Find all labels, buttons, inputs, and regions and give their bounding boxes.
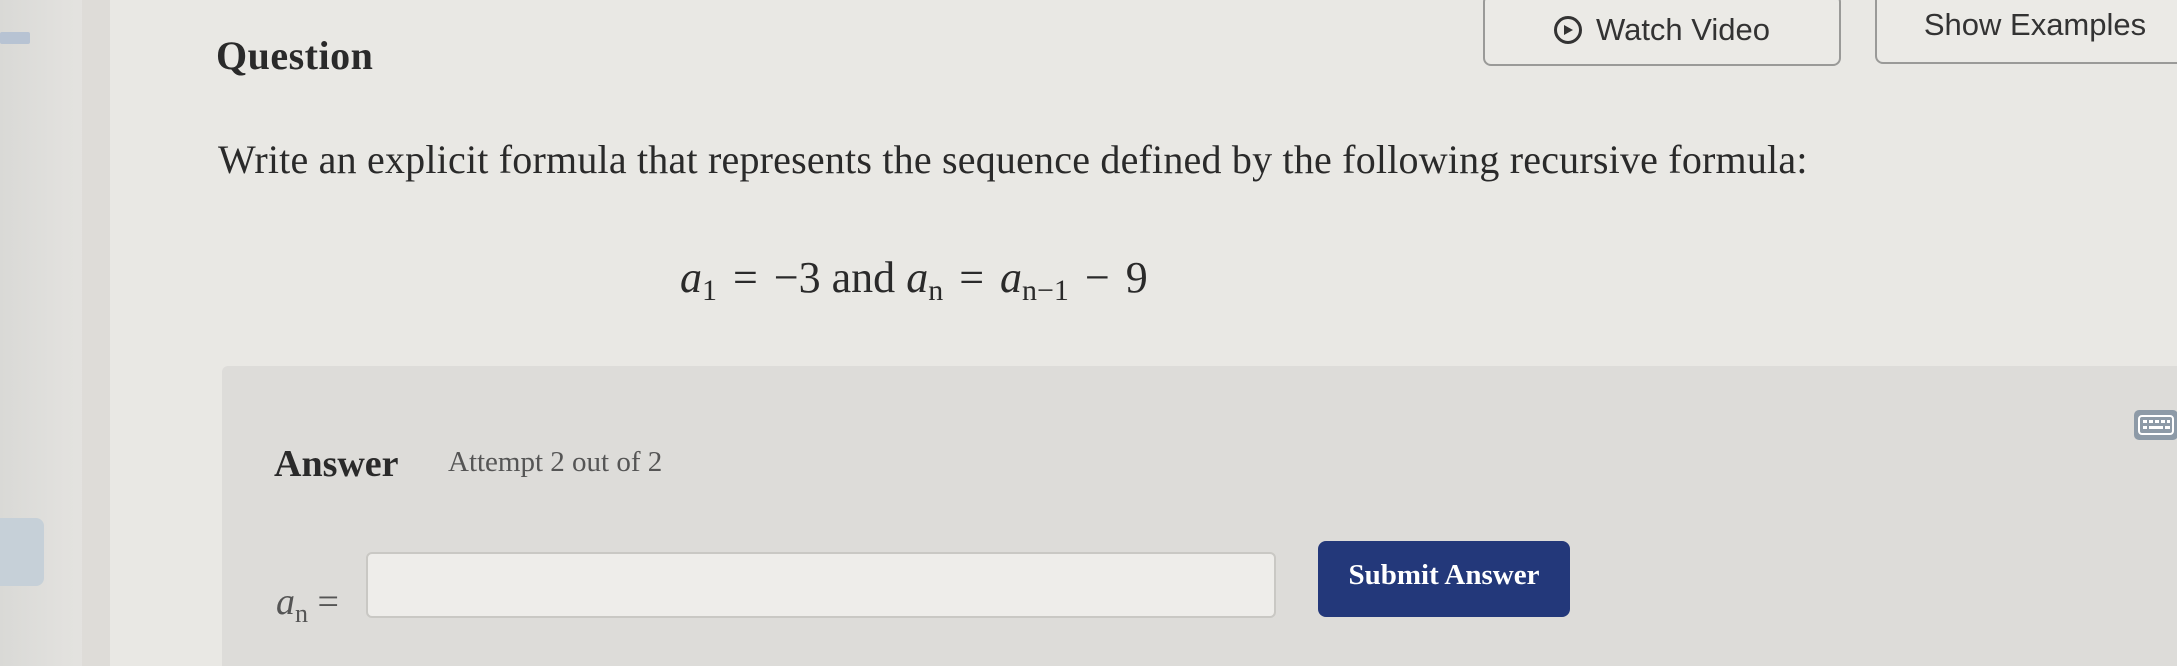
show-examples-label: Show Examples [1923, 7, 2147, 42]
formula-sub: 1 [702, 274, 717, 307]
formula-first-value: −3 [773, 253, 821, 302]
formula-var: a [906, 253, 929, 302]
input-prefix-eq: = [317, 581, 339, 623]
question-title: Question [216, 33, 374, 78]
watch-video-button[interactable]: Watch Video [1483, 0, 1841, 66]
formula-equals: = [733, 253, 758, 302]
input-prefix-sub: n [295, 599, 308, 628]
answer-panel [222, 366, 2177, 666]
answer-input[interactable] [366, 552, 1276, 618]
formula-sub: n−1 [1022, 274, 1069, 307]
recursive-formula: a1 = −3 and an = an−1−9 [680, 252, 1148, 308]
watch-video-label: Watch Video [1595, 12, 1771, 47]
sidebar-tab[interactable] [0, 518, 44, 586]
attempt-counter: Attempt 2 out of 2 [448, 446, 663, 478]
input-prefix-var: a [276, 581, 295, 623]
formula-sub: n [928, 274, 944, 307]
question-prompt: Write an explicit formula that represent… [218, 137, 1808, 182]
keyboard-icon[interactable] [2134, 410, 2177, 440]
show-examples-button[interactable]: Show Examples [1875, 0, 2177, 64]
formula-minus: − [1084, 253, 1110, 302]
play-circle-icon [1553, 16, 1582, 44]
answer-input-prefix: an = [276, 580, 339, 629]
formula-difference: 9 [1125, 253, 1148, 302]
answer-label: Answer [274, 443, 399, 485]
formula-var: a [680, 253, 702, 302]
formula-connector: and [831, 253, 896, 302]
formula-equals: = [959, 253, 985, 302]
sidebar-accent [0, 32, 30, 44]
submit-answer-button[interactable]: Submit Answer [1318, 541, 1570, 617]
formula-var: a [1000, 253, 1023, 302]
sidebar-divider [82, 0, 110, 666]
